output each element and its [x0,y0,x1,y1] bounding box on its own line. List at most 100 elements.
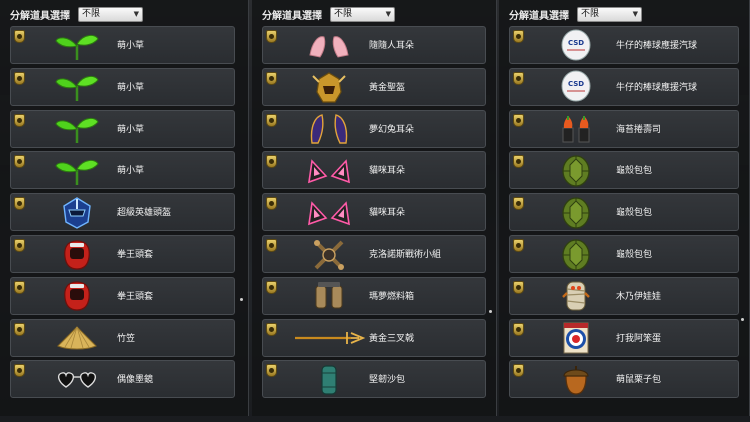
lock-badge-icon[interactable] [14,239,25,252]
item-name: 龜殼包包 [616,208,653,219]
item-name: 萌小草 [117,41,145,51]
item-name: 木乃伊娃娃 [616,291,662,302]
lock-badge-icon[interactable] [513,197,524,211]
lock-badge-icon[interactable] [513,280,524,294]
lock-badge-icon[interactable] [266,113,277,127]
filter-bar: 分解道具選擇 不限 ▼ [10,6,143,22]
filter-bar: 分解道具選擇 不限 ▼ [262,6,395,22]
boxing-headgear-icon [37,280,117,313]
cat-ears-icon [289,154,369,187]
lock-badge-icon[interactable] [266,155,277,169]
cat-ears-icon [289,196,369,229]
filter-select-value: 不限 [581,8,600,19]
item-name: 萌小草 [117,82,145,93]
item-row[interactable]: 超級英雄頭盔 [10,193,235,232]
item-name: 堅韌沙包 [369,375,406,386]
item-row[interactable]: 萌小草 [10,109,235,148]
item-panel-1: 分解道具選擇 不限 ▼ 萌小草 萌小草 萌小草 萌小草 超級英雄頭盔 拳王頭套 拳王頭套 竹笠… [0,0,249,416]
sandbag-icon [289,363,369,396]
lock-badge-icon[interactable] [513,113,524,127]
lock-badge-icon[interactable] [14,280,25,294]
item-row[interactable]: 萌小草 [10,67,235,106]
item-row[interactable]: 海苔捲壽司 [509,109,739,148]
lock-badge-icon[interactable] [266,71,277,85]
lock-badge-icon[interactable] [266,322,277,336]
item-row[interactable]: 隨隨人耳朵 [262,26,486,64]
item-row[interactable]: 竹笠 [10,318,235,357]
turtle-shell-icon [536,196,616,229]
item-row[interactable]: CSD 牛仔的棒球應援汽球 [509,67,739,106]
item-row[interactable]: 拳王頭套 [10,235,235,273]
item-row[interactable]: 拳王頭套 [10,276,235,315]
lock-badge-icon[interactable] [513,71,524,85]
lock-badge-icon[interactable] [513,322,524,336]
item-row[interactable]: 黃金三叉戟 [262,318,486,357]
lock-badge-icon[interactable] [14,71,25,85]
item-row[interactable]: 龜殼包包 [509,151,739,190]
bamboo-hat-icon [37,322,117,355]
item-row[interactable]: 萌小草 [10,26,235,64]
item-name: 牛仔的棒球應援汽球 [616,82,698,93]
item-row[interactable]: 龜殼包包 [509,235,739,273]
filter-label: 分解道具選擇 [10,10,70,22]
lock-badge-icon[interactable] [14,197,25,211]
filter-select[interactable]: 不限 ▼ [330,6,395,22]
sprout-icon [37,71,117,104]
item-name: 黃金三叉戟 [369,333,415,344]
item-panel-2: 分解道具選擇 不限 ▼ 隨隨人耳朵黃金聖盔夢幻兔耳朵貓咪耳朵 貓咪耳朵克洛諾斯戰術… [252,0,497,416]
item-name: 隨隨人耳朵 [369,41,415,51]
item-row[interactable]: 貓咪耳朵 [262,193,486,232]
filter-select-value: 不限 [334,8,353,19]
lock-badge-icon[interactable] [266,30,277,43]
sprout-icon [37,154,117,187]
item-row[interactable]: 克洛諾斯戰術小組 [262,235,486,273]
filter-select[interactable]: 不限 ▼ [78,6,143,22]
item-row[interactable]: 木乃伊娃娃 [509,276,739,315]
item-name: 克洛諾斯戰術小組 [369,250,442,260]
item-row[interactable]: 瑪夢燃料箱 [262,276,486,315]
item-row[interactable]: 堅韌沙包 [262,360,486,399]
lock-badge-icon[interactable] [513,239,524,252]
scrollbar-thumb[interactable] [489,310,492,313]
item-name: 夢幻兔耳朵 [369,124,415,135]
item-row[interactable]: 夢幻兔耳朵 [262,109,486,148]
item-name: 萌小草 [117,124,145,135]
lock-badge-icon[interactable] [266,197,277,211]
lock-badge-icon[interactable] [14,30,25,43]
turtle-shell-icon [536,154,616,187]
filter-label: 分解道具選擇 [262,10,322,22]
item-row[interactable]: 萌鼠栗子包 [509,360,739,399]
lock-badge-icon[interactable] [513,30,524,43]
chevron-down-icon: ▼ [632,9,638,18]
heart-sunglasses-icon [37,363,117,396]
lock-badge-icon[interactable] [266,280,277,294]
csd-balloon-icon: CSD [536,29,616,62]
mummy-doll-icon [536,280,616,313]
item-name: 牛仔的棒球應援汽球 [616,41,698,51]
sushi-icon [536,113,616,146]
lock-badge-icon[interactable] [14,155,25,169]
item-row[interactable]: 打我阿笨蛋 [509,318,739,357]
item-row[interactable]: 萌小草 [10,151,235,190]
item-row[interactable]: 偶像墨鏡 [10,360,235,399]
lock-badge-icon[interactable] [14,322,25,336]
item-row[interactable]: 貓咪耳朵 [262,151,486,190]
lock-badge-icon[interactable] [513,155,524,169]
scrollbar-thumb[interactable] [741,318,744,321]
lock-badge-icon[interactable] [266,239,277,252]
lock-badge-icon[interactable] [266,364,277,378]
tactical-emblem-icon [289,238,369,271]
item-row[interactable]: 黃金聖盔 [262,67,486,106]
scrollbar-thumb[interactable] [240,298,243,301]
sprout-icon [37,113,117,146]
boxing-headgear-icon [37,238,117,271]
item-name: 瑪夢燃料箱 [369,291,415,302]
item-row[interactable]: 龜殼包包 [509,193,739,232]
item-name: 超級英雄頭盔 [117,208,172,219]
chevron-down-icon: ▼ [133,9,139,18]
item-row[interactable]: CSD 牛仔的棒球應援汽球 [509,26,739,64]
lock-badge-icon[interactable] [513,364,524,378]
filter-select[interactable]: 不限 ▼ [577,6,642,22]
lock-badge-icon[interactable] [14,113,25,127]
lock-badge-icon[interactable] [14,364,25,378]
